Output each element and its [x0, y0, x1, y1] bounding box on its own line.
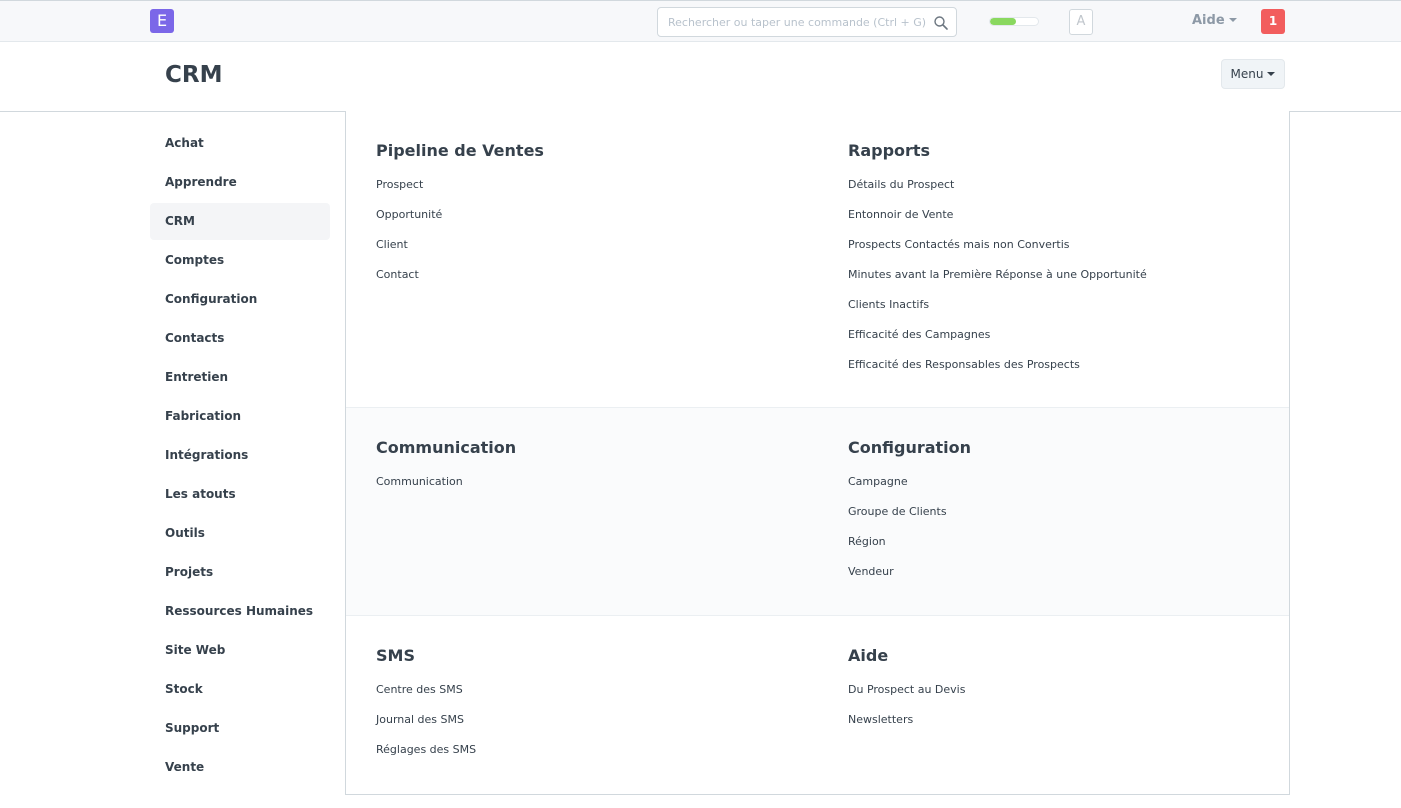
- search-box[interactable]: [657, 7, 957, 37]
- sidebar-item-configuration[interactable]: Configuration: [150, 281, 330, 318]
- help-dropdown[interactable]: Aide: [1192, 13, 1237, 31]
- menu-button-label: Menu: [1230, 67, 1264, 81]
- sidebar-item-contacts[interactable]: Contacts: [150, 320, 330, 357]
- link-centre-sms[interactable]: Centre des SMS: [376, 682, 816, 712]
- sidebar-item-fabrication[interactable]: Fabrication: [150, 398, 330, 435]
- link-prospect[interactable]: Prospect: [376, 177, 816, 207]
- sidebar-item-entretien[interactable]: Entretien: [150, 359, 330, 396]
- section-title: Aide: [848, 646, 889, 665]
- sidebar-item-stock[interactable]: Stock: [150, 671, 330, 708]
- link-contact[interactable]: Contact: [376, 267, 816, 297]
- link-efficacite-campagnes[interactable]: Efficacité des Campagnes: [848, 327, 1288, 357]
- sidebar-item-crm[interactable]: CRM: [150, 203, 330, 240]
- section-column: Communication Communication: [376, 438, 816, 504]
- sidebar-item-projets[interactable]: Projets: [150, 554, 330, 591]
- sidebar-item-integrations[interactable]: Intégrations: [150, 437, 330, 474]
- sidebar-item-apprendre[interactable]: Apprendre: [150, 164, 330, 201]
- section-column: Configuration Campagne Groupe de Clients…: [848, 438, 1288, 594]
- chevron-down-icon: [1267, 72, 1276, 76]
- link-minutes-premiere-reponse[interactable]: Minutes avant la Première Réponse à une …: [848, 267, 1288, 297]
- sidebar-item-vente[interactable]: Vente: [150, 749, 330, 786]
- user-avatar[interactable]: A: [1069, 9, 1093, 35]
- navbar: E A Aide 1: [0, 0, 1401, 42]
- link-prospects-contactes[interactable]: Prospects Contactés mais non Convertis: [848, 237, 1288, 267]
- section-column: Rapports Détails du Prospect Entonnoir d…: [848, 141, 1288, 387]
- sidebar-item-ressources-humaines[interactable]: Ressources Humaines: [150, 593, 330, 630]
- help-label: Aide: [1192, 13, 1225, 28]
- module-sidebar: Achat Apprendre CRM Comptes Configuratio…: [150, 125, 330, 788]
- sidebar-item-outils[interactable]: Outils: [150, 515, 330, 552]
- sidebar-item-comptes[interactable]: Comptes: [150, 242, 330, 279]
- section-column: Aide Du Prospect au Devis Newsletters: [848, 646, 1288, 742]
- link-client[interactable]: Client: [376, 237, 816, 267]
- sidebar-item-support[interactable]: Support: [150, 710, 330, 747]
- app-logo[interactable]: E: [150, 9, 174, 33]
- search-input[interactable]: [658, 8, 928, 36]
- link-opportunite[interactable]: Opportunité: [376, 207, 816, 237]
- link-vendeur[interactable]: Vendeur: [848, 564, 1288, 594]
- link-newsletters[interactable]: Newsletters: [848, 712, 1288, 742]
- link-reglages-sms[interactable]: Réglages des SMS: [376, 742, 816, 772]
- notification-badge[interactable]: 1: [1261, 9, 1285, 34]
- setup-progress-bar[interactable]: [989, 17, 1039, 26]
- section-column: Pipeline de Ventes Prospect Opportunité …: [376, 141, 816, 297]
- section-title: Communication: [376, 438, 517, 457]
- section-title: Rapports: [848, 141, 931, 160]
- section-title: SMS: [376, 646, 415, 665]
- link-efficacite-responsables[interactable]: Efficacité des Responsables des Prospect…: [848, 357, 1288, 387]
- module-section: Pipeline de Ventes Prospect Opportunité …: [346, 111, 1289, 408]
- module-content: Pipeline de Ventes Prospect Opportunité …: [345, 111, 1290, 795]
- page-head: CRM Menu: [0, 42, 1401, 112]
- link-region[interactable]: Région: [848, 534, 1288, 564]
- section-column: SMS Centre des SMS Journal des SMS Régla…: [376, 646, 816, 772]
- link-journal-sms[interactable]: Journal des SMS: [376, 712, 816, 742]
- module-section: Communication Communication Configuratio…: [346, 408, 1289, 616]
- section-title: Pipeline de Ventes: [376, 141, 544, 160]
- page-title: CRM: [165, 62, 223, 88]
- setup-progress-fill: [990, 18, 1017, 25]
- link-campagne[interactable]: Campagne: [848, 474, 1288, 504]
- link-prospect-au-devis[interactable]: Du Prospect au Devis: [848, 682, 1288, 712]
- search-icon[interactable]: [933, 15, 949, 31]
- sidebar-item-achat[interactable]: Achat: [150, 125, 330, 162]
- section-title: Configuration: [848, 438, 972, 457]
- chevron-down-icon: [1228, 18, 1237, 22]
- sidebar-item-site-web[interactable]: Site Web: [150, 632, 330, 669]
- link-details-prospect[interactable]: Détails du Prospect: [848, 177, 1288, 207]
- module-section: SMS Centre des SMS Journal des SMS Régla…: [346, 616, 1289, 794]
- sidebar-item-les-atouts[interactable]: Les atouts: [150, 476, 330, 513]
- link-communication[interactable]: Communication: [376, 474, 816, 504]
- menu-button[interactable]: Menu: [1221, 59, 1285, 89]
- link-entonnoir-vente[interactable]: Entonnoir de Vente: [848, 207, 1288, 237]
- link-clients-inactifs[interactable]: Clients Inactifs: [848, 297, 1288, 327]
- link-groupe-clients[interactable]: Groupe de Clients: [848, 504, 1288, 534]
